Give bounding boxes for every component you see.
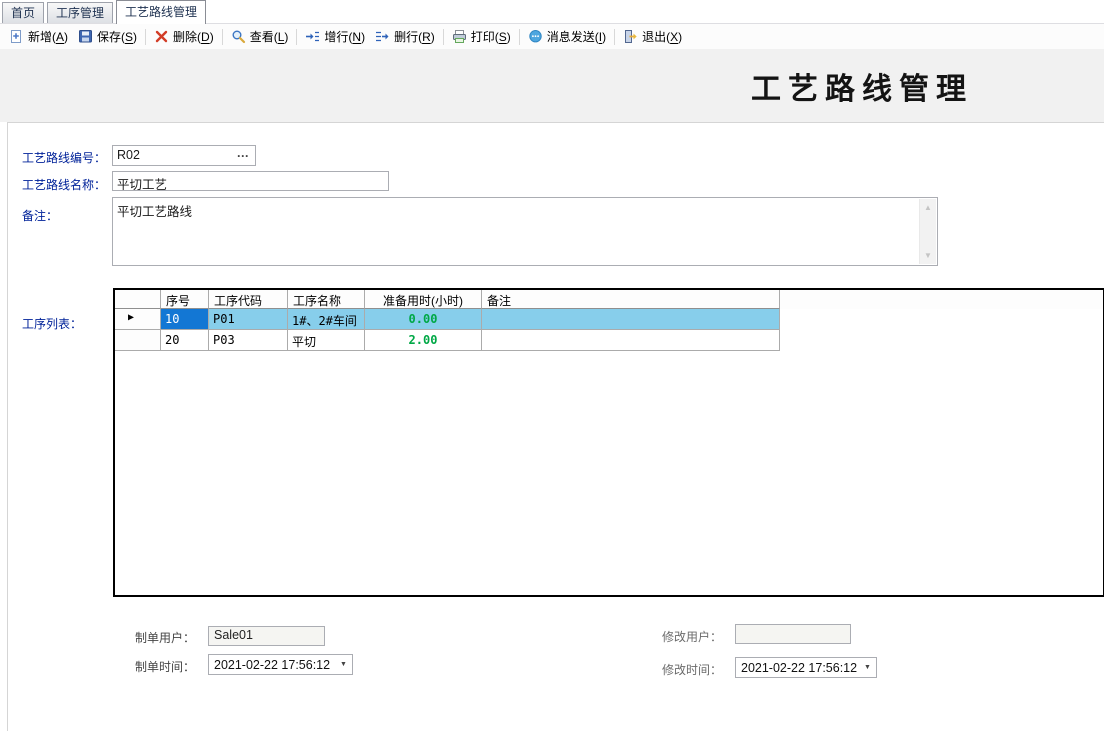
grid-cell[interactable]	[482, 309, 780, 330]
print-icon	[452, 29, 467, 44]
page-title: 工艺路线管理	[742, 64, 982, 108]
grid-column-header[interactable]: 工序代码	[209, 290, 288, 309]
modified-user-label: 修改用户：	[662, 628, 722, 645]
toolbar-separator	[519, 29, 520, 45]
grid-cell[interactable]: P01	[209, 309, 288, 330]
tab-strip: 首页工序管理工艺路线管理	[0, 0, 1104, 24]
grid-cell[interactable]: 平切	[288, 330, 365, 351]
grid-column-header[interactable]: 工序名称	[288, 290, 365, 309]
created-user-input[interactable]: Sale01	[208, 626, 325, 646]
send-message-button[interactable]: 消息发送(I)	[523, 26, 611, 47]
grid-cell[interactable]: P03	[209, 330, 288, 351]
grid-column-header[interactable]: 序号	[161, 290, 209, 309]
remark-textarea[interactable]: 平切工艺路线 ▲ ▼	[112, 197, 938, 266]
table-row: 20P03平切2.00	[115, 330, 1103, 351]
chevron-down-icon[interactable]: ▼	[859, 664, 876, 671]
grid-cell[interactable]: 1#、2#车间	[288, 309, 365, 330]
grid-column-header[interactable]: 备注	[482, 290, 780, 309]
toolbar-separator	[614, 29, 615, 45]
route-name-value: 平切工艺	[117, 178, 167, 191]
created-user-label: 制单用户：	[135, 629, 195, 646]
grid-cell[interactable]: 10	[161, 309, 209, 330]
app-window: 首页工序管理工艺路线管理 新增(A)保存(S)删除(D)查看(L)增行(N)删行…	[0, 0, 1104, 731]
delete-row-icon	[375, 29, 390, 44]
process-grid[interactable]: 序号工序代码工序名称准备用时(小时)备注 ▶10P011#、2#车间0.0020…	[113, 288, 1104, 597]
process-list-label: 工序列表：	[22, 315, 82, 332]
grid-cell[interactable]	[482, 330, 780, 351]
new-button-label: 新增(A)	[28, 28, 68, 45]
remark-label: 备注：	[22, 207, 58, 224]
new-button[interactable]: 新增(A)	[4, 26, 73, 47]
grid-cell[interactable]: 2.00	[365, 330, 482, 351]
exit-button[interactable]: 退出(X)	[618, 26, 687, 47]
save-icon	[78, 29, 93, 44]
toolbar-separator	[443, 29, 444, 45]
route-name-label: 工艺路线名称：	[22, 176, 106, 193]
exit-button-label: 退出(X)	[642, 28, 682, 45]
view-button[interactable]: 查看(L)	[226, 26, 294, 47]
toolbar-separator	[222, 29, 223, 45]
route-name-input[interactable]: 平切工艺	[112, 171, 389, 191]
add-row-button[interactable]: 增行(N)	[300, 26, 370, 47]
modified-user-input[interactable]	[735, 624, 851, 644]
grid-rows: ▶10P011#、2#车间0.0020P03平切2.00	[115, 309, 1103, 351]
grid-column-header[interactable]: 准备用时(小时)	[365, 290, 482, 309]
remark-scrollbar[interactable]: ▲ ▼	[919, 199, 936, 264]
grid-cell[interactable]: 0.00	[365, 309, 482, 330]
print-button[interactable]: 打印(S)	[447, 26, 516, 47]
modified-time-label: 修改时间：	[662, 661, 722, 678]
tab-home[interactable]: 首页	[2, 2, 44, 23]
message-icon	[528, 29, 543, 44]
toolbar: 新增(A) 保存(S) 删除(D) 查看(L) 增行(N) 删行(R) 打印(S) 消息发送(…	[0, 24, 1104, 49]
toolbar-separator	[296, 29, 297, 45]
route-code-value: R02	[117, 148, 140, 162]
new-icon	[9, 29, 24, 44]
route-code-input[interactable]: R02 …	[112, 145, 256, 166]
save-button-label: 保存(S)	[97, 28, 137, 45]
row-selector-cell[interactable]	[115, 330, 161, 351]
save-button[interactable]: 保存(S)	[73, 26, 142, 47]
route-code-label: 工艺路线编号：	[22, 149, 106, 166]
created-user-value: Sale01	[214, 628, 253, 642]
modified-time-value: 2021-02-22 17:56:12	[736, 661, 859, 675]
row-selector-cell[interactable]: ▶	[115, 309, 161, 330]
modified-time-dropdown[interactable]: 2021-02-22 17:56:12 ▼	[735, 657, 877, 678]
browse-ellipsis-icon[interactable]: …	[237, 146, 251, 160]
view-button-label: 查看(L)	[250, 28, 289, 45]
delete-row-button-label: 删行(R)	[394, 28, 435, 45]
grid-corner-header[interactable]	[115, 290, 161, 309]
scroll-up-icon[interactable]: ▲	[924, 203, 932, 212]
created-time-dropdown[interactable]: 2021-02-22 17:56:12 ▼	[208, 654, 353, 675]
remark-value: 平切工艺路线	[117, 205, 192, 219]
delete-button-label: 删除(D)	[173, 28, 214, 45]
delete-button[interactable]: 删除(D)	[149, 26, 219, 47]
table-row: ▶ 10P011#、2#车间0.00	[115, 309, 1103, 330]
add-row-button-label: 增行(N)	[324, 28, 365, 45]
exit-icon	[623, 29, 638, 44]
grid-header-row: 序号工序代码工序名称准备用时(小时)备注	[115, 290, 1103, 309]
scroll-down-icon[interactable]: ▼	[924, 251, 932, 260]
toolbar-separator	[145, 29, 146, 45]
tab-route-management[interactable]: 工艺路线管理	[116, 0, 206, 24]
created-time-value: 2021-02-22 17:56:12	[209, 658, 335, 672]
add-row-icon	[305, 29, 320, 44]
delete-row-button[interactable]: 删行(R)	[370, 26, 440, 47]
tab-process-management[interactable]: 工序管理	[47, 2, 113, 23]
grid-cell[interactable]: 20	[161, 330, 209, 351]
delete-icon	[154, 29, 169, 44]
current-row-marker-icon: ▶	[128, 312, 134, 323]
send-message-button-label: 消息发送(I)	[547, 28, 606, 45]
print-button-label: 打印(S)	[471, 28, 511, 45]
chevron-down-icon[interactable]: ▼	[335, 661, 352, 668]
view-icon	[231, 29, 246, 44]
created-time-label: 制单时间：	[135, 658, 195, 675]
